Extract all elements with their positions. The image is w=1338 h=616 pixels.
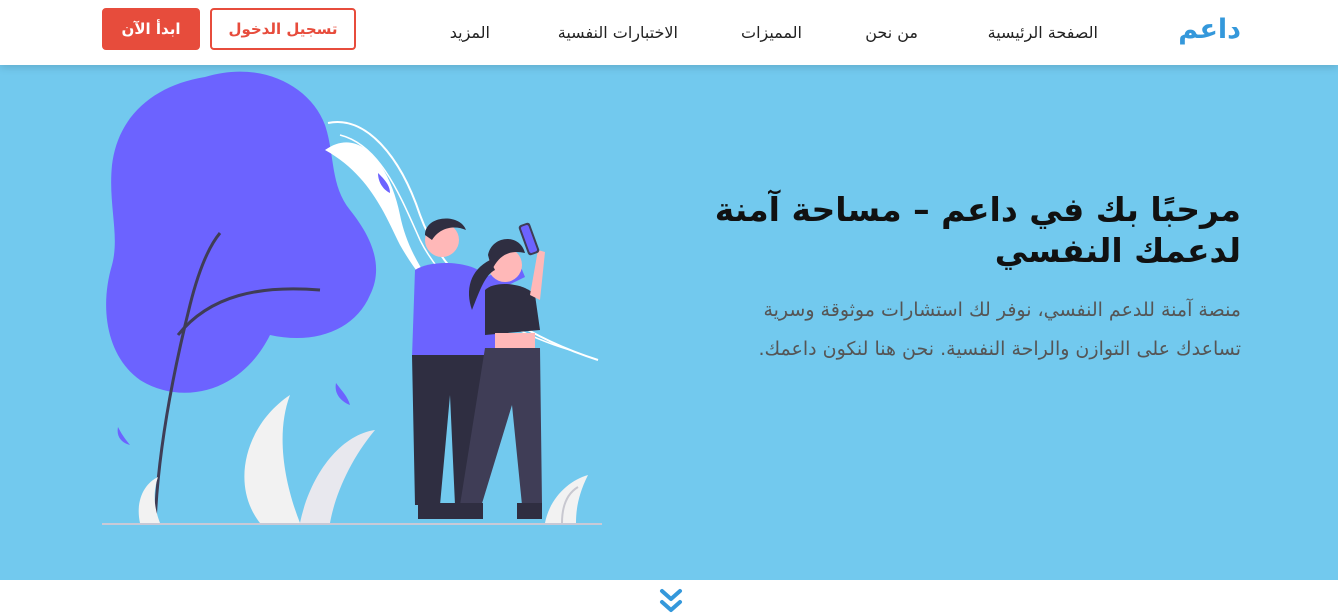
start-now-button[interactable]: ابدأ الآن: [102, 8, 200, 50]
hero-section: مرحبًا بك في داعم – مساحة آمنة لدعمك الن…: [0, 65, 1338, 580]
nav-item-about[interactable]: من نحن: [865, 23, 918, 42]
navbar: داعم الصفحة الرئيسية من نحن المميزات الا…: [0, 0, 1338, 65]
nav-item-more[interactable]: المزيد: [450, 23, 490, 42]
brand-logo[interactable]: داعم: [1178, 14, 1241, 45]
nav-item-home[interactable]: الصفحة الرئيسية: [988, 23, 1098, 42]
login-button[interactable]: تسجيل الدخول: [210, 8, 356, 50]
nav-item-features[interactable]: المميزات: [741, 23, 802, 42]
double-chevron-down-icon[interactable]: [657, 588, 685, 616]
hero-title: مرحبًا بك في داعم – مساحة آمنة لدعمك الن…: [714, 190, 1241, 270]
nav-item-tests[interactable]: الاختبارات النفسية: [558, 23, 678, 42]
hero-description: منصة آمنة للدعم النفسي، نوفر لك استشارات…: [758, 299, 1241, 360]
hero-illustration: [102, 71, 602, 526]
